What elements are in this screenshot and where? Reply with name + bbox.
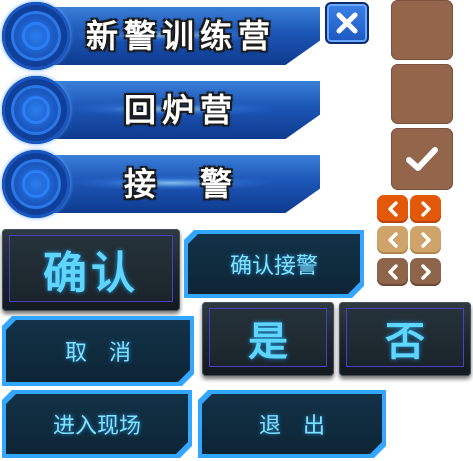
close-button[interactable] [325, 2, 369, 44]
banner-button-refresher-camp[interactable]: 回炉营 [2, 76, 320, 144]
chevron-left-icon [387, 201, 398, 217]
cancel-label: 取 消 [64, 341, 131, 366]
yes-label: 是 [248, 318, 288, 365]
yes-button[interactable]: 是 [202, 302, 334, 376]
button-face: 是 [209, 308, 327, 367]
banner-label: 新警训练营 [85, 17, 276, 55]
enter-scene-button[interactable]: 进入现场 [2, 390, 192, 458]
empty-slot-panel[interactable] [391, 64, 453, 124]
checkbox-checked[interactable] [391, 128, 453, 190]
no-label: 否 [385, 318, 425, 365]
circle-emblem-icon [2, 2, 70, 70]
circle-emblem-icon [2, 76, 70, 144]
banner-button-new-police-training[interactable]: 新警训练营 [2, 2, 320, 70]
chevron-right-icon [420, 201, 431, 217]
confirm-button[interactable]: 确认 [2, 229, 180, 311]
chevron-right-icon [420, 264, 431, 280]
no-button[interactable]: 否 [339, 302, 471, 376]
next-button[interactable] [410, 226, 441, 254]
banner-label: 接 警 [123, 165, 238, 203]
banner-label: 回炉营 [123, 91, 238, 129]
confirm-call-label: 确认接警 [229, 254, 318, 279]
enter-scene-label: 进入现场 [52, 414, 141, 439]
chevron-right-icon [420, 232, 431, 248]
circle-emblem-icon [2, 150, 70, 218]
exit-button[interactable]: 退 出 [198, 390, 386, 458]
chevron-left-icon [387, 264, 398, 280]
next-button[interactable] [410, 258, 441, 286]
prev-button[interactable] [377, 258, 408, 286]
banner-button-receive-call[interactable]: 接 警 [2, 150, 320, 218]
confirm-label: 确认 [43, 247, 139, 299]
button-face: 否 [346, 308, 464, 367]
exit-label: 退 出 [258, 414, 325, 439]
close-icon [336, 12, 358, 34]
cancel-button[interactable]: 取 消 [2, 316, 194, 386]
check-icon [406, 147, 438, 171]
prev-button[interactable] [377, 226, 408, 254]
chevron-left-icon [387, 232, 398, 248]
next-button[interactable] [410, 195, 441, 223]
confirm-call-button[interactable]: 确认接警 [184, 230, 364, 298]
empty-slot-panel[interactable] [391, 0, 453, 60]
button-face: 确认 [9, 235, 173, 302]
prev-button[interactable] [377, 195, 408, 223]
